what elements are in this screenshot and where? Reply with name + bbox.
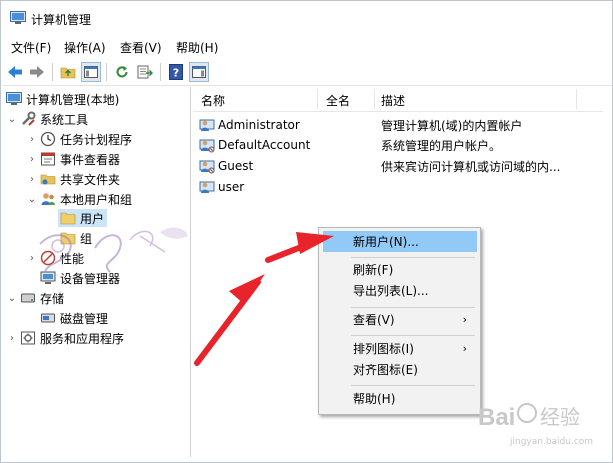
annotation-overlay: Bai 经验 jingyan.baidu.com	[39, 227, 593, 447]
watermark-url: jingyan.baidu.com	[509, 437, 593, 447]
baidu-jingyan-watermark: Bai 经验 jingyan.baidu.com	[478, 403, 593, 447]
watermark-suffix: 经验	[540, 405, 580, 429]
paw-icon	[517, 403, 537, 423]
watermark-logo	[39, 227, 188, 273]
watermark-brand: Bai	[478, 404, 515, 431]
red-arrow-annotation	[194, 232, 334, 366]
